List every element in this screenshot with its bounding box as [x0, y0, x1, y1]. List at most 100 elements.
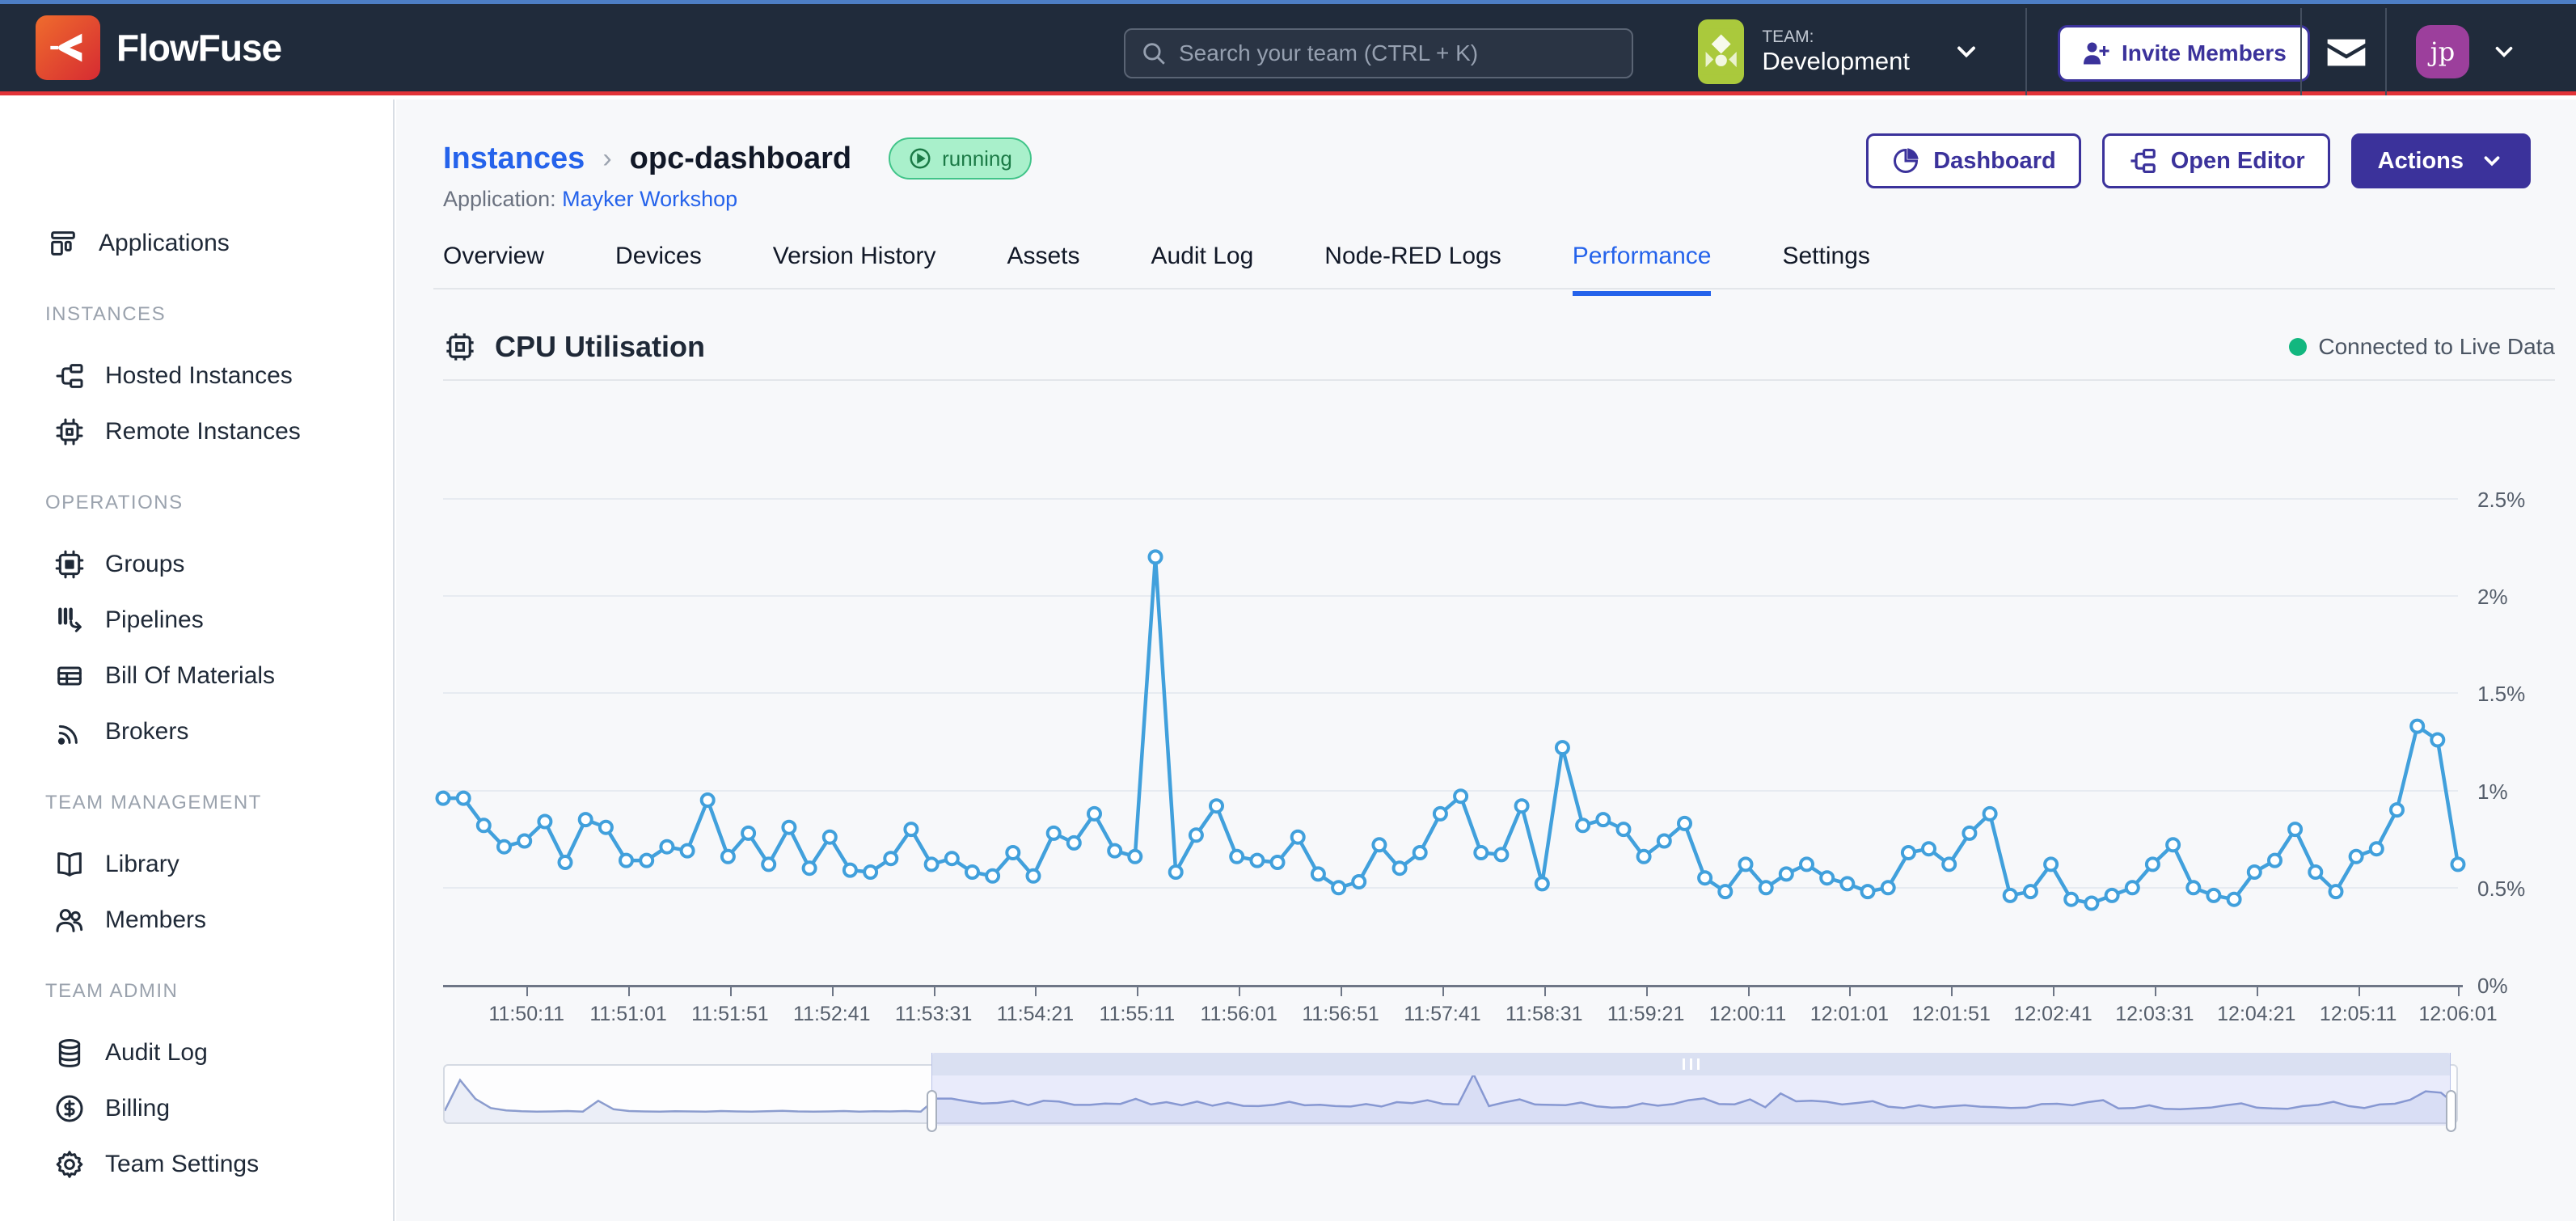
sidebar-item-bill-of-materials[interactable]: Bill Of Materials: [0, 653, 393, 699]
x-axis-label-12:05:11: 12:05:11: [2320, 1003, 2397, 1026]
sidebar-item-label: Pipelines: [105, 606, 204, 634]
sidebar-item-groups[interactable]: Groups: [0, 542, 393, 587]
sidebar-item-label: Team Settings: [105, 1151, 259, 1178]
team-search[interactable]: [1124, 28, 1633, 78]
brush-grip-icon: [1690, 1058, 1692, 1070]
flowfuse-app: FlowFuse TEAM: Development: [0, 0, 2576, 1221]
live-status-dot: [2289, 338, 2307, 356]
brush-grip-icon: [1683, 1058, 1685, 1070]
search-icon: [1140, 40, 1168, 67]
sidebar: Applications INSTANCES Hosted Instances Rem…: [0, 99, 395, 1221]
x-axis-label-11:50:11: 11:50:11: [488, 1003, 564, 1026]
sidebar-item-label: Bill Of Materials: [105, 662, 275, 690]
brush-selection[interactable]: [931, 1053, 2450, 1126]
brush-handle-left[interactable]: [927, 1090, 937, 1132]
sidebar-item-applications[interactable]: Applications: [0, 221, 393, 266]
sidebar-item-pipelines[interactable]: Pipelines: [0, 598, 393, 643]
sidebar-item-label: Audit Log: [105, 1039, 208, 1067]
actions-chevron-down-icon: [2480, 149, 2504, 173]
brush-grip-icon: [1697, 1058, 1700, 1070]
team-avatar: [1698, 19, 1744, 84]
tabs-divider: [433, 288, 2555, 289]
breadcrumb-instances-link[interactable]: Instances: [443, 142, 585, 176]
x-axis-label-11:59:21: 11:59:21: [1607, 1003, 1684, 1026]
sidebar-item-team-settings[interactable]: Team Settings: [0, 1142, 393, 1187]
pie-chart-icon: [1891, 146, 1920, 175]
team-label: TEAM:: [1762, 27, 1910, 47]
logo-text: FlowFuse: [116, 26, 281, 70]
actions-button[interactable]: Actions: [2351, 133, 2531, 188]
navbar-divider-2: [2300, 8, 2302, 95]
x-axis-label-11:52:41: 11:52:41: [793, 1003, 870, 1026]
status-badge-label: running: [942, 146, 1012, 171]
x-axis-label-11:56:51: 11:56:51: [1302, 1003, 1379, 1026]
panel-title-wrap: CPU Utilisation: [443, 330, 705, 364]
x-axis-label-11:56:01: 11:56:01: [1200, 1003, 1277, 1026]
panel-title: CPU Utilisation: [495, 330, 705, 364]
panel-header: CPU Utilisation Connected to Live Data: [443, 330, 2555, 364]
library-icon: [52, 847, 87, 882]
pipelines-icon: [52, 602, 87, 638]
x-axis-label-11:58:31: 11:58:31: [1505, 1003, 1582, 1026]
invite-members-label: Invite Members: [2122, 40, 2287, 66]
actions-button-label: Actions: [2378, 148, 2464, 175]
y-axis-label-1.5%: 1.5%: [2477, 682, 2525, 707]
x-axis-label-12:06:01: 12:06:01: [2418, 1003, 2497, 1026]
sidebar-item-hosted-instances[interactable]: Hosted Instances: [0, 353, 393, 399]
flowfuse-logo[interactable]: FlowFuse: [36, 15, 281, 80]
brush-drag-strip[interactable]: [932, 1053, 2449, 1075]
open-editor-button[interactable]: Open Editor: [2102, 133, 2330, 188]
brush-handle-right[interactable]: [2446, 1090, 2456, 1132]
sidebar-item-library[interactable]: Library: [0, 842, 393, 887]
sidebar-item-members[interactable]: Members: [0, 898, 393, 943]
sidebar-item-label: Members: [105, 906, 206, 934]
brokers-icon: [52, 714, 87, 750]
navbar-divider: [2025, 8, 2027, 95]
sidebar-item-label: Billing: [105, 1095, 170, 1122]
open-editor-button-label: Open Editor: [2171, 148, 2305, 175]
y-axis-label-1%: 1%: [2477, 779, 2508, 805]
sidebar-item-label: Hosted Instances: [105, 362, 293, 390]
x-axis-label-12:00:11: 12:00:11: [1709, 1003, 1786, 1026]
application-row: Application: Mayker Workshop: [443, 187, 737, 212]
x-axis-label-11:51:01: 11:51:01: [589, 1003, 666, 1026]
sidebar-item-label: Brokers: [105, 718, 188, 746]
dashboard-button-label: Dashboard: [1933, 148, 2055, 175]
x-axis-tick: [2458, 987, 2460, 996]
team-selector[interactable]: TEAM: Development: [1698, 8, 1981, 95]
sidebar-section-operations: OPERATIONS: [0, 492, 393, 514]
sidebar-section-instances: INSTANCES: [0, 303, 393, 326]
sidebar-item-label: Remote Instances: [105, 418, 301, 446]
sidebar-section-team-admin: TEAM ADMIN: [0, 980, 393, 1003]
chart-range-brush[interactable]: [443, 1064, 2458, 1124]
user-avatar: jp: [2416, 25, 2469, 78]
hosted-instances-icon: [52, 358, 87, 394]
search-input[interactable]: [1179, 40, 1617, 66]
sidebar-item-remote-instances[interactable]: Remote Instances: [0, 409, 393, 454]
sidebar-item-label: Applications: [99, 230, 230, 257]
x-axis-label-11:57:41: 11:57:41: [1404, 1003, 1480, 1026]
remote-instances-icon: [52, 414, 87, 450]
dashboard-button[interactable]: Dashboard: [1866, 133, 2080, 188]
team-settings-icon: [52, 1147, 87, 1182]
invite-members-button[interactable]: Invite Members: [2058, 25, 2310, 82]
sidebar-item-brokers[interactable]: Brokers: [0, 709, 393, 754]
fork-icon: [2127, 146, 2158, 176]
x-axis-label-12:01:51: 12:01:51: [1912, 1003, 1991, 1026]
x-axis-label-11:51:51: 11:51:51: [691, 1003, 768, 1026]
notifications-mail-icon[interactable]: [2324, 30, 2369, 75]
sidebar-item-audit-log[interactable]: Audit Log: [0, 1030, 393, 1075]
main-content: Instances › opc-dashboard running Applic…: [396, 99, 2576, 1221]
sidebar-item-billing[interactable]: Billing: [0, 1086, 393, 1131]
sidebar-section-team-management: TEAM MANAGEMENT: [0, 792, 393, 814]
team-meta: TEAM: Development: [1762, 27, 1910, 76]
applications-icon: [45, 226, 81, 261]
x-axis-label-12:04:21: 12:04:21: [2217, 1003, 2295, 1026]
play-circle-icon: [908, 146, 932, 171]
panel-divider: [443, 379, 2555, 381]
account-menu[interactable]: jp: [2416, 25, 2518, 78]
application-link[interactable]: Mayker Workshop: [562, 187, 737, 211]
status-badge: running: [889, 137, 1032, 180]
navbar-divider-3: [2385, 8, 2387, 95]
team-name: Development: [1762, 47, 1910, 76]
